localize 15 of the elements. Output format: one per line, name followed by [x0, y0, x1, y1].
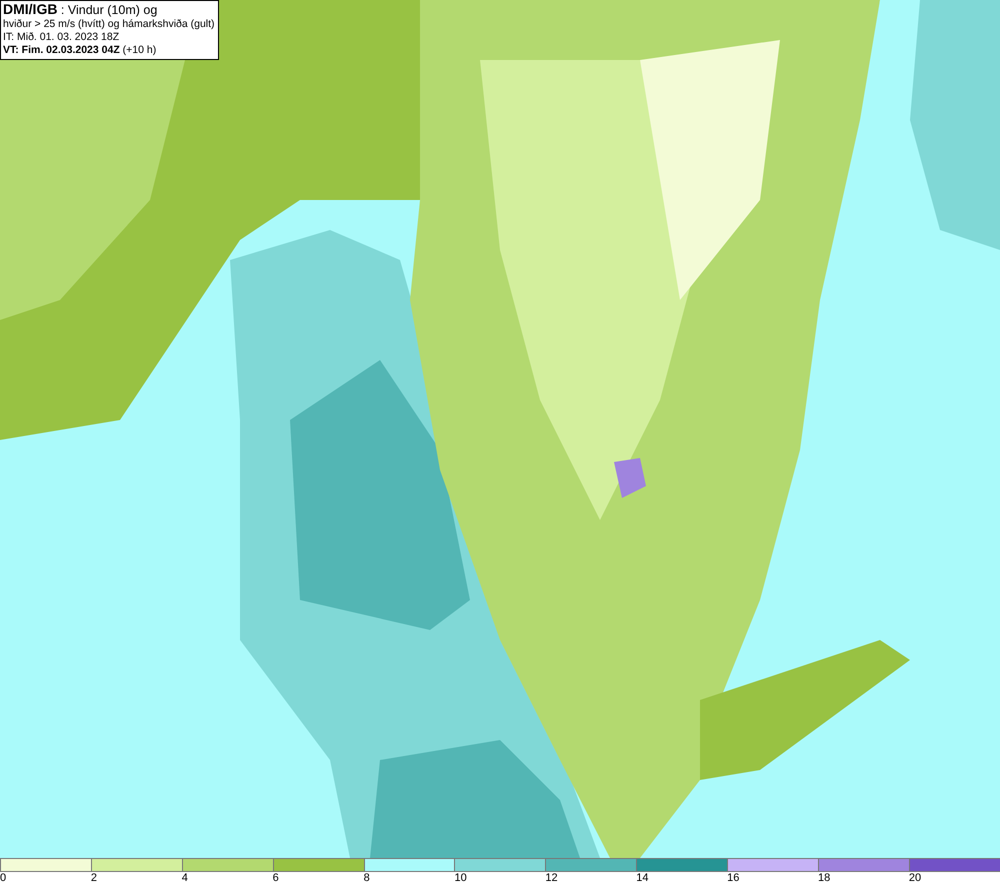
legend-tick-label: 20 — [908, 872, 922, 885]
legend-tick-label: 18 — [818, 872, 830, 885]
legend-tick-label: 2 — [90, 872, 98, 885]
legend-tick-label: 14 — [636, 872, 648, 885]
legend-tick-label: 6 — [272, 872, 279, 885]
info-line: hviður > 25 m/s (hvítt) og hámarkshviða (gult) — [3, 18, 215, 31]
legend-tick-label: 16 — [727, 872, 740, 885]
info-line: IT: Mið. 01. 03. 2023 18Z — [3, 31, 120, 44]
info-line: VT: Fim. 02.03.2023 04Z (+10 h) — [3, 44, 158, 57]
legend-tick-label: 0 — [0, 872, 6, 885]
legend-tick-label: 10 — [454, 872, 467, 885]
map-title: DMI/IGB : Vindur (10m) og — [3, 2, 158, 18]
legend-tick-label: 12 — [545, 872, 558, 885]
legend-tick-label: 8 — [364, 872, 370, 885]
legend-tick-label: 4 — [182, 872, 188, 885]
